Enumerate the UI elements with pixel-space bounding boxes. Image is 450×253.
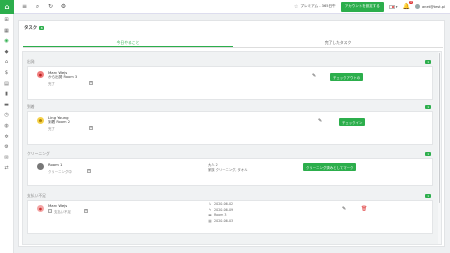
status-label: 支払い不足	[54, 210, 71, 214]
tasks-icon[interactable]: ◉	[3, 38, 10, 44]
document-icon[interactable]: ▮	[3, 91, 10, 97]
menu-icon[interactable]: ≡	[21, 3, 28, 10]
section-cleaning: クリーニング 1 Room 1 クリーニング中 ▾ 大人 2 家族 クリーニング…	[27, 151, 433, 186]
edit-icon[interactable]: ✎	[342, 206, 346, 212]
task-count-badge: 4	[39, 25, 45, 31]
section-title: 支払い不足	[27, 193, 46, 198]
status-checkbox[interactable]	[48, 209, 52, 213]
clock-icon[interactable]: ◷	[3, 112, 10, 118]
section-count-badge: 1	[425, 151, 431, 157]
checkin-date-value: 2020-06-02	[214, 202, 234, 206]
section-departure: 出発 1 ● Marc Wejs から出発 Room 3 完了 ▾ ✎ チェック…	[27, 59, 433, 100]
notification-count: 0	[409, 1, 413, 4]
settings-icon[interactable]: ⚙	[60, 3, 67, 10]
task-card: ● Marc Wejs 支払い不足 ▾ ↳ 2020-06-02 ↰ 2020-…	[27, 200, 433, 234]
section-arrival: 到着 1 ☻ Ling Young 到着 Room 2 完了 ▾ ✎ チェックイ…	[27, 104, 433, 145]
user-email: anet@test.pl	[421, 4, 445, 9]
room-avatar	[37, 163, 44, 170]
section-count-badge: 1	[425, 104, 431, 110]
chevron-down-icon: ▾	[395, 4, 398, 9]
calendar-icon[interactable]: ▦	[3, 28, 10, 34]
status-label: 完了	[48, 127, 55, 131]
calendar-icon: ▦	[208, 218, 212, 223]
checkout-date: ↰ 2020-06-09	[208, 208, 233, 212]
edit-icon[interactable]: ✎	[312, 73, 316, 79]
notifications-button[interactable]: 🔔 0	[402, 1, 413, 10]
section-count-badge: 1	[425, 59, 431, 65]
japan-flag-icon	[388, 4, 395, 9]
account-setup-button[interactable]: アカウントを設定する	[340, 1, 384, 12]
task-card: Room 1 クリーニング中 ▾ 大人 2 家族 クリーニング, タオル クリー…	[27, 158, 433, 186]
room-value: Room 3	[214, 213, 227, 217]
bed-icon[interactable]: ▬	[3, 102, 10, 108]
chart-icon[interactable]: ▤	[3, 81, 10, 87]
arrow-out-icon: ↰	[208, 207, 212, 212]
status-dropdown[interactable]: ▾	[87, 169, 91, 173]
status-label: クリーニング中	[48, 170, 72, 174]
due-date: ▦ 2020-06-03	[208, 219, 233, 223]
cleaning-info: 家族 クリーニング, タオル	[208, 168, 248, 172]
section-title: 出発	[27, 59, 35, 64]
sync-icon[interactable]: ⇄	[3, 165, 10, 171]
home-icon[interactable]: ⌂	[3, 59, 10, 65]
pin-icon[interactable]: ◆	[3, 49, 10, 55]
avatar	[414, 4, 420, 9]
room-label: から出発 Room 3	[48, 75, 78, 79]
dashboard-icon[interactable]: ⊞	[3, 17, 10, 23]
tab-bar: 今日やること 完了したタスク	[23, 38, 443, 48]
checkout-button[interactable]: チェックアウトの	[330, 73, 364, 82]
status-label: 完了	[48, 82, 55, 86]
tab-today[interactable]: 今日やること	[23, 38, 233, 47]
edit-icon[interactable]: ✎	[318, 118, 322, 124]
mail-icon[interactable]: ✉	[3, 155, 10, 161]
guest-avatar: ●	[37, 205, 44, 212]
guest-avatar: ☻	[37, 117, 44, 124]
scrollbar-thumb[interactable]	[438, 53, 441, 203]
task-list[interactable]: 出発 1 ● Marc Wejs から出発 Room 3 完了 ▾ ✎ チェック…	[22, 51, 442, 245]
refresh-icon[interactable]: ↻	[47, 3, 54, 10]
status-dropdown[interactable]: ▾	[84, 209, 88, 213]
room-name: Room 1	[48, 162, 63, 167]
section-title: 到着	[27, 104, 35, 109]
checkin-button[interactable]: チェックイン	[339, 118, 366, 127]
checkin-date: ↳ 2020-06-02	[208, 202, 233, 206]
section-count-badge: 1	[425, 193, 431, 199]
scrollbar[interactable]	[438, 52, 441, 244]
status-dropdown[interactable]: ▾	[89, 126, 93, 130]
guest-avatar: ●	[37, 71, 44, 78]
premium-label: プレミアム - 365日午	[300, 4, 336, 8]
arrow-in-icon: ↳	[208, 202, 212, 206]
bell-icon: 🔔	[402, 3, 410, 10]
page-title-text: タスク	[24, 26, 38, 31]
due-date-value: 2020-06-03	[214, 218, 234, 223]
app-logo[interactable]: ⌂	[0, 0, 14, 14]
tab-completed[interactable]: 完了したタスク	[233, 38, 443, 47]
tasks-panel: タスク 4 今日やること 完了したタスク 出発 1 ● Marc Wejs から…	[18, 20, 445, 247]
premium-status[interactable]: ☆ プレミアム - 365日午	[294, 4, 336, 10]
section-unpaid: 支払い不足 1 ● Marc Wejs 支払い不足 ▾ ↳ 2020-06-02…	[27, 193, 433, 234]
checkout-date-value: 2020-06-09	[214, 207, 234, 212]
dollar-icon[interactable]: $	[3, 70, 10, 76]
star-icon: ☆	[293, 3, 299, 10]
room-info: ▬ Room 3	[208, 213, 227, 217]
guest-name: Marc Wejs	[48, 203, 68, 208]
gear-icon[interactable]: ⚙	[3, 144, 10, 150]
status-dropdown[interactable]: ▾	[89, 81, 93, 85]
task-card: ☻ Ling Young 到着 Room 2 完了 ▾ ✎ チェックイン	[27, 111, 433, 145]
sidebar: ⊞ ▦ ◉ ◆ ⌂ $ ▤ ▮ ▬ ◷ ◍ ✲ ⚙ ✉ ⇄	[0, 14, 14, 253]
user-menu[interactable]: anet@test.pl	[414, 4, 445, 9]
mark-cleaned-button[interactable]: クリーニング済みとしてマーク	[303, 163, 357, 172]
search-icon[interactable]: ⌕	[34, 3, 41, 10]
section-title: クリーニング	[27, 151, 50, 156]
bed-icon: ▬	[208, 213, 212, 217]
top-bar: ⌂ ≡ ⌕ ↻ ⚙ ☆ プレミアム - 365日午 アカウントを設定する ▾ 🔔…	[0, 0, 450, 14]
bulb-icon[interactable]: ◍	[3, 123, 10, 129]
room-label: 到着 Room 2	[48, 120, 70, 124]
cog-icon[interactable]: ✲	[3, 134, 10, 140]
page-title: タスク 4	[24, 25, 45, 31]
language-select[interactable]: ▾	[388, 4, 398, 9]
delete-icon[interactable]: 🗑	[361, 206, 367, 212]
task-card: ● Marc Wejs から出発 Room 3 完了 ▾ ✎ チェックアウトの	[27, 66, 433, 100]
